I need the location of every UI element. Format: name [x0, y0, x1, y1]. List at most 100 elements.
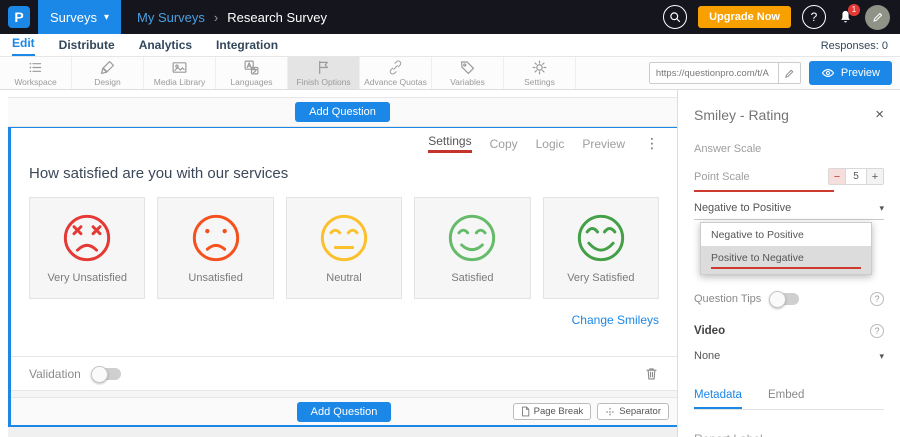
question-tab-logic[interactable]: Logic [536, 137, 565, 151]
point-scale-row: Point Scale − 5 + [694, 168, 884, 185]
breadcrumb-separator: › [214, 10, 218, 25]
increment-button[interactable]: + [867, 169, 883, 184]
page-break-button[interactable]: Page Break [513, 403, 592, 420]
question-tab-copy[interactable]: Copy [490, 137, 518, 151]
preview-label: Preview [841, 67, 880, 79]
pencil-icon [784, 68, 795, 79]
validation-label: Validation [29, 367, 81, 381]
search-icon [669, 11, 681, 23]
responses-count[interactable]: Responses: 0 [821, 40, 888, 56]
breadcrumb-my-surveys[interactable]: My Surveys [137, 10, 205, 25]
notifications-button[interactable]: 1 [837, 9, 854, 26]
survey-url-input[interactable] [650, 63, 778, 83]
help-button[interactable]: ? [802, 5, 826, 29]
tab-analytics[interactable]: Analytics [139, 36, 192, 56]
topbar: P Surveys ▾ My Surveys › Research Survey… [0, 0, 900, 34]
very-satisfied-smiley-icon [575, 212, 627, 264]
toolbar-item-variables[interactable]: Variables [432, 57, 504, 89]
question-tab-settings[interactable]: Settings [428, 134, 471, 153]
notification-badge: 1 [848, 4, 860, 16]
tab-embed[interactable]: Embed [768, 389, 804, 409]
pencil-icon [872, 11, 884, 23]
panel-tabs: Metadata Embed [694, 389, 884, 410]
question-tips-toggle[interactable] [771, 293, 799, 305]
survey-nav-tabs: Edit Distribute Analytics Integration Re… [0, 34, 900, 57]
smiley-option-neutral[interactable]: Neutral [286, 197, 402, 299]
report-label-input[interactable] [694, 428, 862, 437]
change-smileys-link[interactable]: Change Smileys [572, 313, 659, 327]
smiley-label: Very Unsatisfied [47, 272, 126, 284]
toolbar-item-media-library[interactable]: Media Library [144, 57, 216, 89]
toolbar-item-finish-options[interactable]: Finish Options [288, 57, 360, 89]
toolbar-item-label: Finish Options [296, 77, 350, 87]
delete-question-button[interactable] [644, 366, 659, 381]
annotation-underline-point-scale [694, 190, 834, 192]
question-title[interactable]: How satisfied are you with our services [29, 165, 659, 182]
smiley-label: Satisfied [451, 272, 493, 284]
toolbar-item-label: Workspace [14, 77, 56, 87]
toolbar-item-workspace[interactable]: Workspace [0, 57, 72, 89]
scale-direction-dropdown: Negative to Positive ▾ Negative to Posit… [694, 202, 884, 220]
more-options-icon[interactable]: ⋮ [645, 135, 659, 152]
smiley-option-satisfied[interactable]: Satisfied [414, 197, 530, 299]
satisfied-smiley-icon [446, 212, 498, 264]
smiley-option-very-unsatisfied[interactable]: Very Unsatisfied [29, 197, 145, 299]
scale-direction-options-list: Negative to Positive Positive to Negativ… [700, 222, 872, 275]
question-block: Settings Copy Logic Preview ⋮ How satisf… [8, 127, 677, 427]
toolbar-item-languages[interactable]: Languages [216, 57, 288, 89]
option-negative-to-positive[interactable]: Negative to Positive [701, 223, 871, 246]
surveys-dropdown[interactable]: Surveys ▾ [38, 0, 121, 34]
add-question-button-top[interactable]: Add Question [295, 102, 390, 122]
separator-button[interactable]: Separator [597, 403, 669, 420]
chevron-down-icon: ▾ [879, 351, 884, 362]
option-label: Negative to Positive [711, 229, 804, 241]
question-tips-row: Question Tips ? [694, 292, 884, 306]
video-selected-value: None [694, 350, 720, 362]
survey-canvas: Add Question Settings Copy Logic Preview… [0, 90, 678, 437]
page-icon [521, 406, 530, 417]
scale-direction-select[interactable]: Negative to Positive ▾ [694, 202, 884, 220]
edit-url-button[interactable] [778, 63, 800, 83]
smiley-option-very-satisfied[interactable]: Very Satisfied [543, 197, 659, 299]
upgrade-now-button[interactable]: Upgrade Now [698, 6, 791, 28]
workspace-list-icon [27, 59, 44, 76]
tab-edit[interactable]: Edit [12, 34, 35, 56]
toolbar-item-design[interactable]: Design [72, 57, 144, 89]
tab-distribute[interactable]: Distribute [59, 36, 115, 56]
survey-url-field [649, 62, 801, 84]
question-tab-preview[interactable]: Preview [582, 137, 625, 151]
annotation-underline-settings [428, 150, 471, 153]
close-icon[interactable]: × [875, 106, 884, 123]
toolbar-item-advance-quotas[interactable]: Advance Quotas [360, 57, 432, 89]
smiley-label: Very Satisfied [567, 272, 634, 284]
avatar[interactable] [865, 5, 890, 30]
point-scale-label: Point Scale [694, 171, 750, 183]
panel-title: Smiley - Rating [694, 107, 789, 123]
smiley-label: Unsatisfied [188, 272, 242, 284]
video-row: Video ? [694, 324, 884, 338]
video-select[interactable]: None ▾ [694, 350, 884, 365]
scale-direction-selected-value: Negative to Positive [694, 202, 791, 214]
video-label: Video [694, 325, 725, 337]
tab-metadata[interactable]: Metadata [694, 389, 742, 409]
option-positive-to-negative[interactable]: Positive to Negative [701, 246, 871, 274]
smiley-option-unsatisfied[interactable]: Unsatisfied [157, 197, 273, 299]
toolbar-item-settings[interactable]: Settings [504, 57, 576, 89]
canvas-divider-strip [11, 390, 677, 398]
search-button[interactable] [663, 5, 687, 29]
preview-button[interactable]: Preview [809, 61, 892, 85]
add-question-button-bottom[interactable]: Add Question [297, 402, 392, 422]
separator-label: Separator [619, 406, 661, 417]
toolbar-item-label: Design [94, 77, 120, 87]
link-icon [387, 59, 404, 76]
tab-integration[interactable]: Integration [216, 36, 278, 56]
breadcrumb: My Surveys › Research Survey [137, 10, 327, 25]
validation-toggle[interactable] [93, 368, 121, 380]
neutral-smiley-icon [318, 212, 370, 264]
question-tips-help-icon[interactable]: ? [870, 292, 884, 306]
trash-icon [644, 366, 659, 381]
decrement-button[interactable]: − [829, 169, 845, 184]
toolbar-item-label: Variables [450, 77, 485, 87]
video-help-icon[interactable]: ? [870, 324, 884, 338]
content-area: Add Question Settings Copy Logic Preview… [0, 90, 900, 437]
